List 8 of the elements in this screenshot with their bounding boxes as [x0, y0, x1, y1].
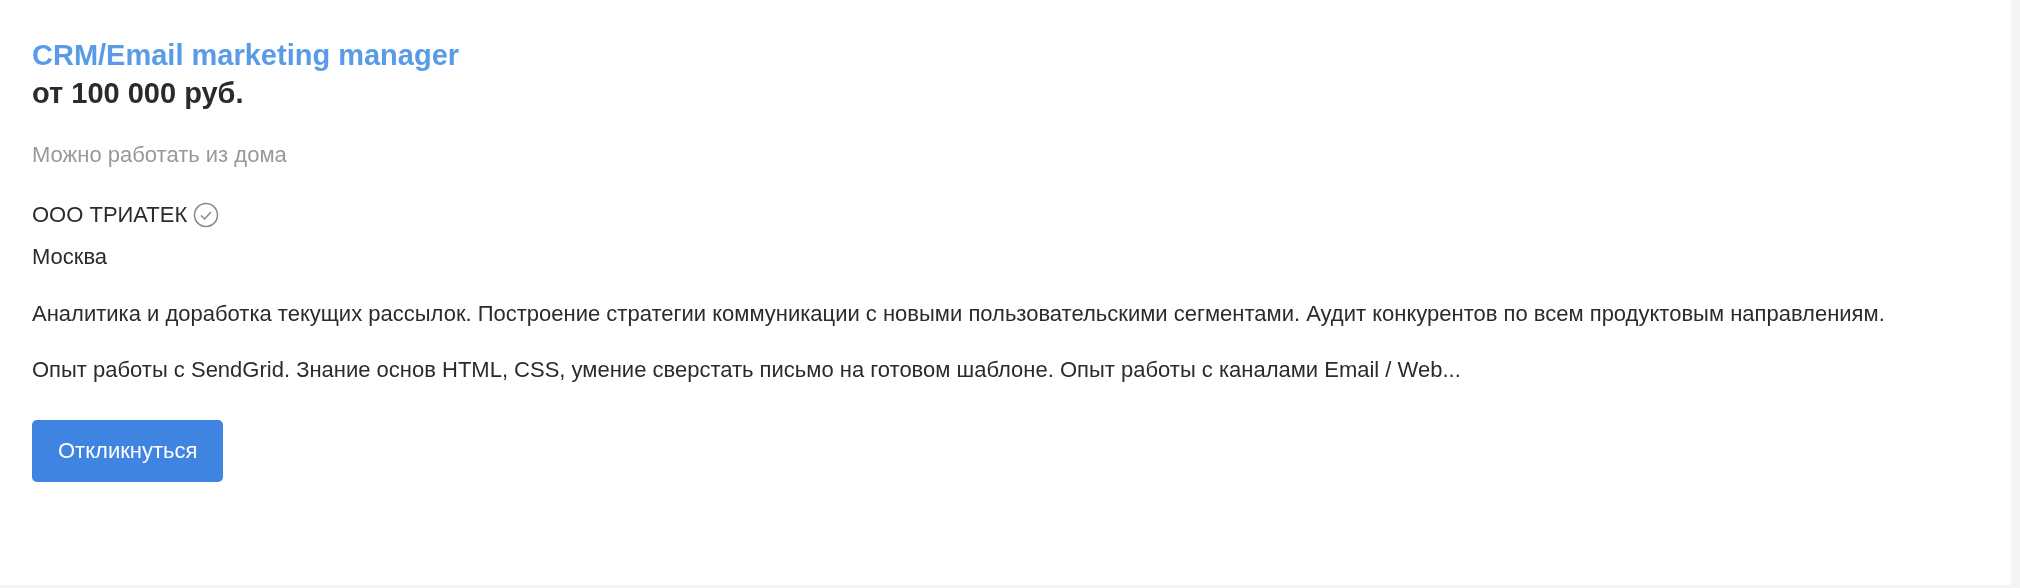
- respond-button[interactable]: Откликнуться: [32, 420, 224, 482]
- city: Москва: [32, 243, 108, 271]
- company-link[interactable]: ООО ТРИАТЕК: [32, 200, 188, 230]
- salary: от 100 000 руб.: [32, 76, 244, 111]
- description-paragraph: Опыт работы с SendGrid. Знание основ HTML, CSS, умение сверстать письмо на готовом шаблоне. Опыт работы с каналами Email / Web...: [32, 356, 1461, 384]
- remote-note: Можно работать из дома: [32, 141, 287, 169]
- description-paragraph: Аналитика и доработка текущих рассылок. Построение стратегии коммуникации с новыми пользовательскими сегментами. Аудит конкурентов по всем продуктовым направлениям.: [32, 300, 1885, 328]
- vacancy-title-link[interactable]: CRM/Email marketing manager: [32, 36, 460, 74]
